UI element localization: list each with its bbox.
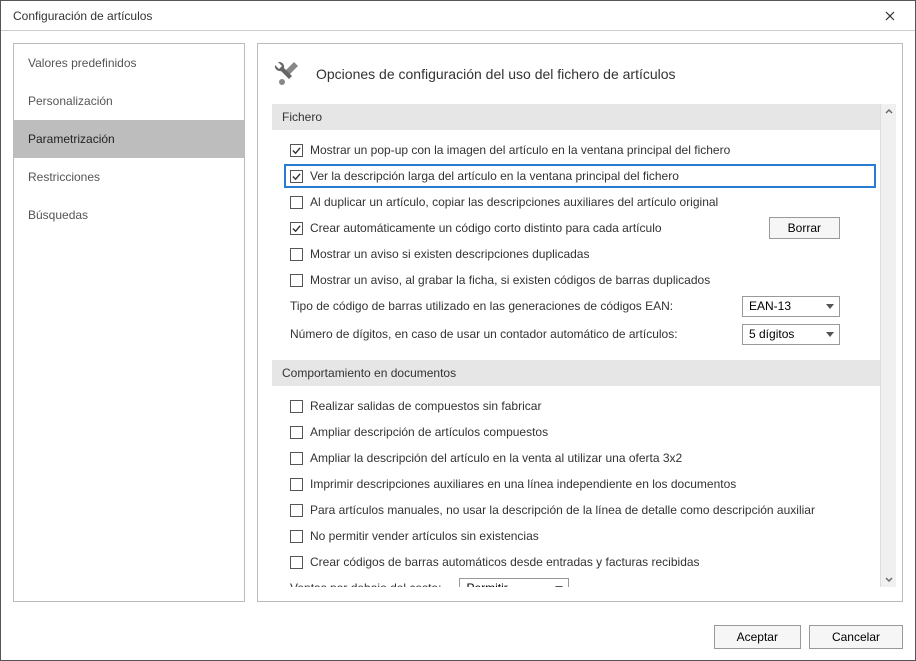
checkbox-row[interactable]: Mostrar un aviso, al grabar la ficha, si… [290,268,872,292]
checkbox-label: Mostrar un aviso, al grabar la ficha, si… [310,273,710,287]
section-header-comportamiento: Comportamiento en documentos [272,360,880,386]
field-label: Tipo de código de barras utilizado en la… [290,299,673,313]
checkbox-row[interactable]: Ampliar la descripción del artículo en l… [290,446,872,470]
titlebar: Configuración de artículos [1,1,915,31]
footer: Aceptar Cancelar [1,614,915,660]
sidebar-item-restricciones[interactable]: Restricciones [14,158,244,196]
checkbox-row[interactable]: Para artículos manuales, no usar la desc… [290,498,872,522]
scroll-area: Fichero Mostrar un pop-up con la imagen … [272,104,896,587]
field-label: Número de dígitos, en caso de usar un co… [290,327,678,341]
checkbox-row-highlighted[interactable]: Ver la descripción larga del artículo en… [284,164,876,188]
checkbox-icon [290,478,303,491]
checkbox-row[interactable]: Ampliar descripción de artículos compues… [290,420,872,444]
sidebar-item-label: Valores predefinidos [28,56,137,70]
sidebar-item-valores[interactable]: Valores predefinidos [14,44,244,82]
select-digitos[interactable]: 5 dígitos [742,324,840,345]
checkbox-row[interactable]: No permitir vender artículos sin existen… [290,524,872,548]
cancel-button[interactable]: Cancelar [809,625,903,649]
checkbox-label: Imprimir descripciones auxiliares en una… [310,477,736,491]
checkbox-icon [290,170,303,183]
sidebar-item-label: Personalización [28,94,113,108]
sidebar-item-label: Búsquedas [28,208,88,222]
sidebar-item-label: Restricciones [28,170,100,184]
checkbox-row[interactable]: Mostrar un aviso si existen descripcione… [290,242,872,266]
checkbox-label: No permitir vender artículos sin existen… [310,529,539,543]
field-row: Número de dígitos, en caso de usar un co… [290,322,872,346]
sidebar-item-busquedas[interactable]: Búsquedas [14,196,244,234]
accept-button[interactable]: Aceptar [714,625,801,649]
checkbox-icon [290,530,303,543]
section-fichero: Mostrar un pop-up con la imagen del artí… [272,138,880,360]
checkbox-label: Mostrar un aviso si existen descripcione… [310,247,589,261]
checkbox-label: Crear códigos de barras automáticos desd… [310,555,700,569]
checkbox-icon [290,400,303,413]
checkbox-row[interactable]: Crear automáticamente un código corto di… [290,216,872,240]
chevron-up-icon [885,108,893,116]
checkbox-label: Ver la descripción larga del artículo en… [310,169,679,183]
checkbox-label: Mostrar un pop-up con la imagen del artí… [310,143,730,157]
field-row: Tipo de código de barras utilizado en la… [290,294,872,318]
page-title: Opciones de configuración del uso del fi… [316,66,676,82]
scrollbar[interactable] [880,104,896,587]
select-value: EAN-13 [749,299,791,313]
main-panel: Opciones de configuración del uso del fi… [257,43,903,602]
checkbox-row[interactable]: Al duplicar un artículo, copiar las desc… [290,190,872,214]
section-comportamiento: Realizar salidas de compuestos sin fabri… [272,394,880,587]
checkbox-label: Realizar salidas de compuestos sin fabri… [310,399,541,413]
field-row: Ventas por debajo del costo: Permitir [290,576,872,587]
select-tipo-barras[interactable]: EAN-13 [742,296,840,317]
checkbox-row[interactable]: Realizar salidas de compuestos sin fabri… [290,394,872,418]
checkbox-icon [290,426,303,439]
sidebar-item-parametrizacion[interactable]: Parametrización [14,120,244,158]
checkbox-label: Ampliar la descripción del artículo en l… [310,451,682,465]
select-ventas-costo[interactable]: Permitir [459,578,569,588]
checkbox-label: Para artículos manuales, no usar la desc… [310,503,815,517]
checkbox-icon [290,504,303,517]
window-title: Configuración de artículos [13,9,152,23]
checkbox-row[interactable]: Imprimir descripciones auxiliares en una… [290,472,872,496]
select-value: Permitir [466,581,507,587]
scroll-content: Fichero Mostrar un pop-up con la imagen … [272,104,880,587]
checkbox-label: Al duplicar un artículo, copiar las desc… [310,195,718,209]
scroll-up-button[interactable] [881,104,896,120]
checkbox-icon [290,144,303,157]
close-button[interactable] [875,1,905,31]
tools-icon [272,58,304,90]
sidebar-item-personalizacion[interactable]: Personalización [14,82,244,120]
checkbox-row[interactable]: Mostrar un pop-up con la imagen del artí… [290,138,872,162]
borrar-button[interactable]: Borrar [769,217,840,239]
select-value: 5 dígitos [749,327,794,341]
checkbox-row[interactable]: Crear códigos de barras automáticos desd… [290,550,872,574]
checkbox-icon [290,196,303,209]
section-header-fichero: Fichero [272,104,880,130]
close-icon [885,11,895,21]
checkbox-icon [290,222,303,235]
chevron-down-icon [885,575,893,583]
checkbox-icon [290,274,303,287]
dialog-window: Configuración de artículos Valores prede… [0,0,916,661]
checkbox-icon [290,556,303,569]
checkbox-label: Crear automáticamente un código corto di… [310,221,662,235]
main-header: Opciones de configuración del uso del fi… [272,58,896,90]
scroll-down-button[interactable] [881,571,896,587]
checkbox-icon [290,452,303,465]
sidebar-item-label: Parametrización [28,132,115,146]
checkbox-label: Ampliar descripción de artículos compues… [310,425,548,439]
body: Valores predefinidos Personalización Par… [1,31,915,614]
field-label: Ventas por debajo del costo: [290,581,441,587]
sidebar: Valores predefinidos Personalización Par… [13,43,245,602]
checkbox-icon [290,248,303,261]
